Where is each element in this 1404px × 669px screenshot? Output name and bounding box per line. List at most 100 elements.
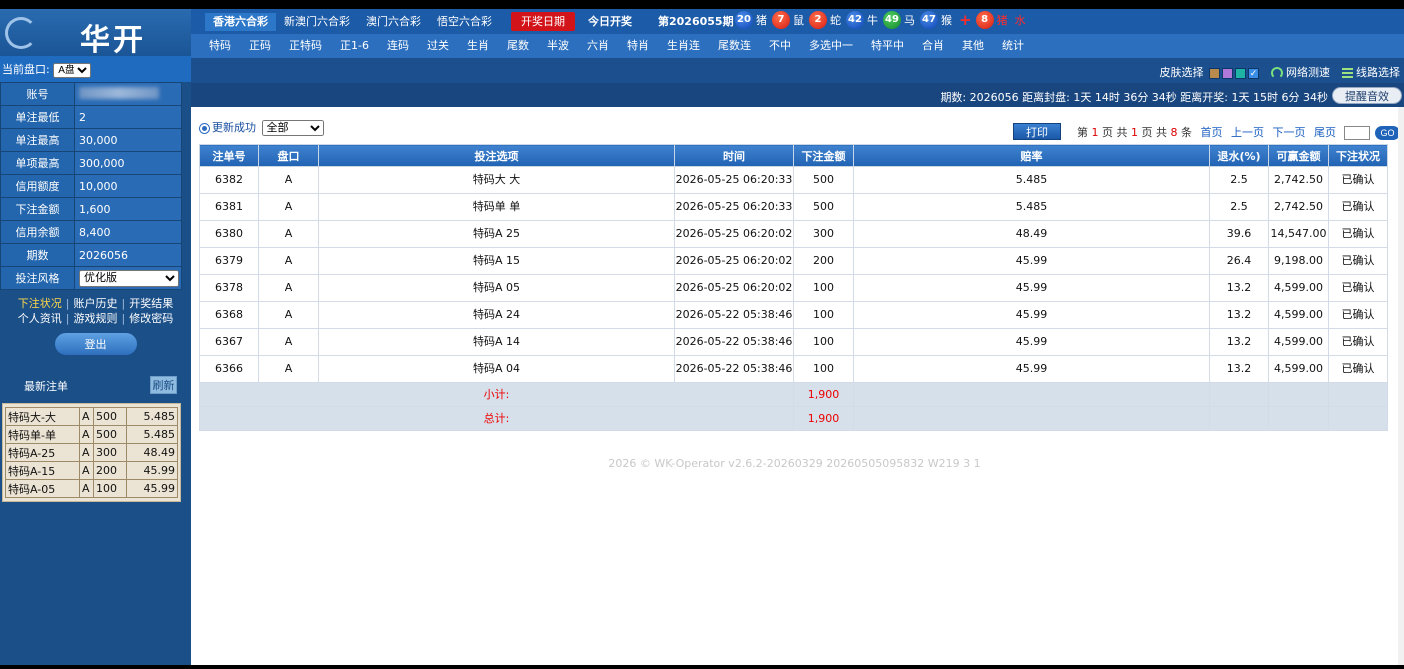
table-cell: 100 [793, 301, 854, 329]
print-button[interactable]: 打印 [1013, 123, 1061, 140]
table-cell: A [258, 247, 319, 275]
table-cell: 48.49 [853, 220, 1210, 248]
nav-item[interactable]: 其他 [962, 34, 984, 58]
table-cell: 2026-05-25 06:20:02 [674, 220, 794, 248]
table-cell: 2026-05-25 06:20:33 [674, 166, 794, 194]
tab-hk-lottery[interactable]: 香港六合彩 [205, 13, 276, 31]
nav-item[interactable]: 六肖 [587, 34, 609, 58]
pan-select[interactable]: A盘 [53, 62, 92, 78]
first-page-link[interactable]: 首页 [1201, 126, 1223, 139]
recent-bet-amount: 100 [93, 479, 127, 498]
nav-item[interactable]: 正码 [249, 34, 271, 58]
nav-item[interactable]: 正特码 [289, 34, 322, 58]
nav-item[interactable]: 生肖连 [667, 34, 700, 58]
info-value: 2 [74, 105, 182, 129]
netspeed-link[interactable]: 网络测速 [1270, 66, 1330, 79]
sidebar-link-0-1[interactable]: 账户历史 [74, 297, 118, 310]
table-cell: 2.5 [1209, 193, 1269, 221]
nav-item[interactable]: 特平中 [871, 34, 904, 58]
filter-select[interactable]: 全部 [261, 120, 324, 136]
summary-empty [1209, 382, 1269, 407]
sidebar-links: 下注状况 | 账户历史 | 开奖结果 个人资讯 | 游戏规则 | 修改密码 登出 [0, 290, 191, 356]
skin-swatch[interactable] [1209, 67, 1220, 79]
summary-label: 小计: [199, 382, 794, 407]
tab-macau-lottery[interactable]: 澳门六合彩 [358, 13, 429, 31]
nav-item[interactable]: 生肖 [467, 34, 489, 58]
page-input[interactable] [1343, 126, 1370, 140]
nav-item[interactable]: 多选中一 [809, 34, 853, 58]
table-cell: A [258, 193, 319, 221]
nav-item[interactable]: 不中 [769, 34, 791, 58]
table-cell: 特码A 15 [318, 247, 675, 275]
recent-bet-row: 特码A-15 A 200 45.99 [5, 461, 178, 480]
sidebar-link-0-2[interactable]: 开奖结果 [129, 297, 173, 310]
tab-new-macau-lottery[interactable]: 新澳门六合彩 [276, 13, 358, 31]
scrollbar[interactable] [1398, 107, 1404, 665]
recent-bet-row: 特码A-05 A 100 45.99 [5, 479, 178, 498]
info-key: 信用余额 [0, 220, 75, 244]
draw-result-balls: 20 猪 7 鼠 2 蛇 42 牛 49 马 47 猴 +8 猪水 [734, 11, 1030, 32]
game-nav: 特码 正码 正特码 正1-6 连码 过关 生肖 尾数 半波 六肖 特肖 生肖连 尾数连 不中 多选中一 特平中… [191, 34, 1404, 58]
period-countdown: 期数: 2026056 距离封盘: 1天 14时 36分 34秒 距离开奖: 1… [940, 91, 1328, 104]
skin-swatch[interactable]: ✓ [1248, 67, 1259, 79]
table-row: 6379 A 特码A 15 2026-05-25 06:20:02 200 45.99 26… [199, 247, 1388, 275]
info-value: 10,000 [74, 174, 182, 198]
current-pan-row: 当前盘口: A盘 [0, 56, 191, 82]
nav-item[interactable]: 过关 [427, 34, 449, 58]
line-select-link[interactable]: 线路选择 [1341, 66, 1400, 79]
recent-bet-odds: 5.485 [126, 425, 178, 444]
info-value: 1,600 [74, 197, 182, 221]
next-page-link[interactable]: 下一页 [1273, 126, 1306, 139]
sidebar-link-0-0[interactable]: 下注状况 [18, 297, 62, 310]
skin-swatch[interactable] [1222, 67, 1233, 79]
table-cell: A [258, 274, 319, 302]
nav-item[interactable]: 统计 [1002, 34, 1024, 58]
bet-style-select[interactable]: 优化版 [79, 269, 179, 287]
table-cell: 2,742.50 [1268, 193, 1329, 221]
special-element: 水 [1014, 14, 1026, 27]
refresh-button[interactable]: 刷新 [150, 376, 177, 394]
recent-bet-odds: 5.485 [126, 407, 178, 426]
nav-item[interactable]: 半波 [547, 34, 569, 58]
sidebar-link-1-2[interactable]: 修改密码 [129, 312, 173, 325]
info-value: 300,000 [74, 151, 182, 175]
column-header: 可赢金额 [1268, 144, 1329, 167]
summary-empty [1328, 406, 1388, 431]
skin-tools: 皮肤选择 ✓ 网络测速 线路选择 [1160, 64, 1400, 80]
recent-bet-row: 特码单-单 A 500 5.485 [5, 425, 178, 444]
sound-alert-button[interactable]: 提醒音效 [1332, 87, 1402, 104]
table-row: 6381 A 特码单 单 2026-05-25 06:20:33 500 5.485 2.5… [199, 193, 1388, 221]
footer-version: 2026 © WK-Operator v2.6.2-20260329 20260… [608, 457, 981, 470]
draw-date-button[interactable]: 开奖日期 [511, 12, 575, 31]
table-cell: A [258, 301, 319, 329]
last-page-link[interactable]: 尾页 [1314, 126, 1336, 139]
tab-wukong-lottery[interactable]: 悟空六合彩 [429, 13, 500, 31]
nav-item[interactable]: 尾数 [507, 34, 529, 58]
nav-item[interactable]: 连码 [387, 34, 409, 58]
column-header: 退水(%) [1209, 144, 1269, 167]
skin-swatch[interactable] [1235, 67, 1246, 79]
update-radio[interactable] [199, 122, 210, 134]
link-separator: | [121, 312, 126, 325]
sidebar-link-1-1[interactable]: 游戏规则 [74, 312, 118, 325]
prev-page-link[interactable]: 上一页 [1231, 126, 1264, 139]
go-button[interactable]: GO [1375, 126, 1400, 140]
result-ball: 7 [772, 11, 790, 29]
table-cell: 6382 [199, 166, 259, 194]
sidebar: 华开 当前盘口: A盘 账号 单注最低 2 单注最高 30,000 单项最高 300,000… [0, 9, 191, 665]
info-value: 2026056 [74, 243, 182, 267]
recent-bet-item: 特码A-25 [5, 443, 80, 462]
nav-item[interactable]: 特肖 [627, 34, 649, 58]
sidebar-link-1-0[interactable]: 个人资讯 [18, 312, 62, 325]
recent-bet-odds: 48.49 [126, 443, 178, 462]
table-cell: 6381 [199, 193, 259, 221]
result-ball: 47 [920, 11, 938, 29]
nav-item[interactable]: 特码 [209, 34, 231, 58]
nav-item[interactable]: 尾数连 [718, 34, 751, 58]
recent-bet-row: 特码大-大 A 500 5.485 [5, 407, 178, 426]
netspeed-label: 网络测速 [1286, 66, 1330, 79]
nav-item[interactable]: 正1-6 [340, 34, 369, 58]
logout-button[interactable]: 登出 [53, 332, 138, 356]
info-row: 信用额度 10,000 [0, 174, 182, 198]
nav-item[interactable]: 合肖 [922, 34, 944, 58]
